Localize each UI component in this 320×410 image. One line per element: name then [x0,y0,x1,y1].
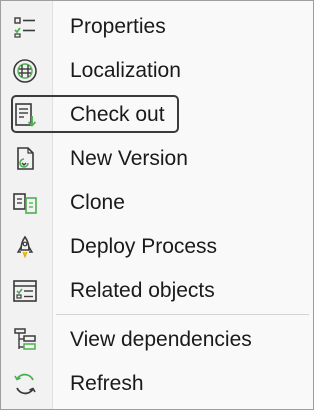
properties-icon [11,13,39,41]
menu-separator [56,314,309,315]
menu-item-label: Related objects [70,279,215,302]
menu-item-label: Check out [70,103,165,126]
menu-item-related-objects[interactable]: Related objects [1,269,313,313]
globe-icon [11,57,39,85]
menu-item-new-version[interactable]: New Version [1,137,313,181]
menu-item-view-dependencies[interactable]: View dependencies [1,318,313,362]
menu-item-deploy-process[interactable]: Deploy Process [1,225,313,269]
menu-item-label: Properties [70,15,166,38]
menu-item-label: Deploy Process [70,235,218,258]
context-menu: Properties Localization Check out New Ve… [0,0,314,410]
refresh-icon [11,370,39,398]
related-objects-icon [11,277,39,305]
menu-item-properties[interactable]: Properties [1,5,313,49]
new-version-icon [11,145,39,173]
menu-item-clone[interactable]: Clone [1,181,313,225]
tree-icon [11,326,39,354]
menu-item-label: Localization [70,59,181,82]
menu-item-label: New Version [70,147,188,170]
rocket-icon [11,233,39,261]
menu-item-localization[interactable]: Localization [1,49,313,93]
menu-item-refresh[interactable]: Refresh [1,362,313,406]
menu-item-check-out[interactable]: Check out [1,93,313,137]
checkout-icon [11,101,39,129]
clone-icon [11,189,39,217]
menu-item-label: View dependencies [70,328,252,351]
menu-item-label: Refresh [70,372,144,395]
menu-item-label: Clone [70,191,125,214]
